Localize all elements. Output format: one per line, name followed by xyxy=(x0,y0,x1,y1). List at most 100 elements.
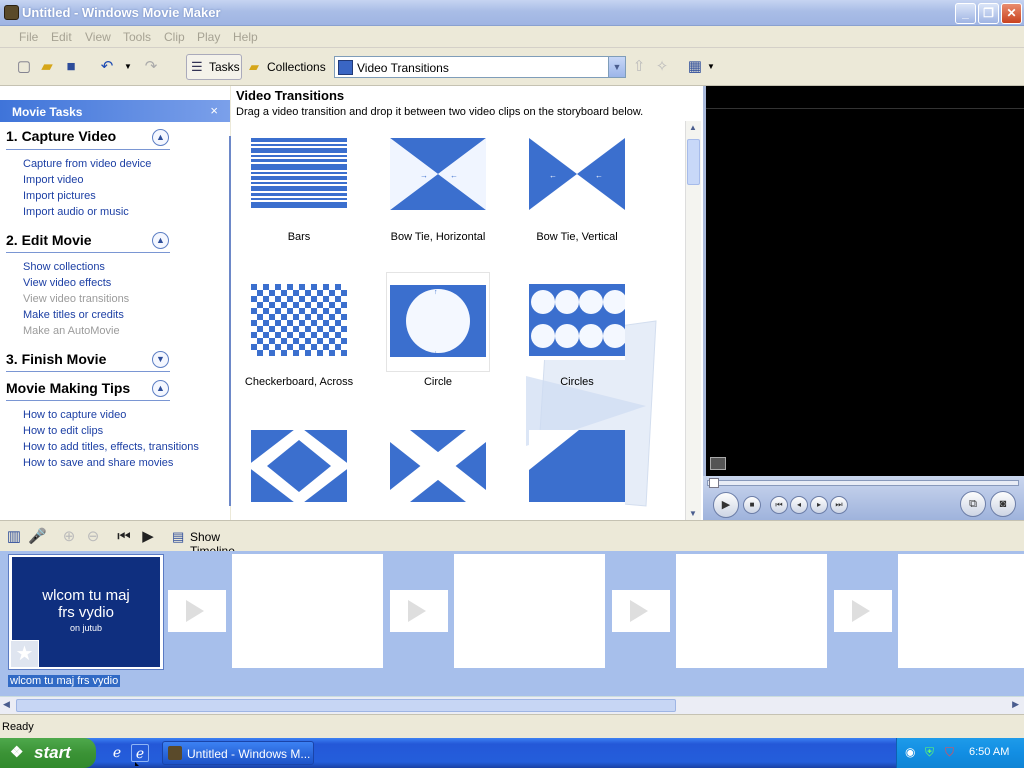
menu-play[interactable]: Play xyxy=(197,30,220,44)
chevron-down-icon[interactable]: ▼ xyxy=(608,57,625,77)
storyboard-empty-frame[interactable] xyxy=(232,554,383,668)
rewind-storyboard-icon[interactable]: ⏮ xyxy=(115,528,133,546)
windows-logo-icon: ❖ xyxy=(10,744,24,761)
network-icon[interactable]: ⛨ xyxy=(925,745,934,760)
clock: 6:50 AM xyxy=(969,746,1010,758)
transition-bow-tie-vertical[interactable]: ← ← xyxy=(529,138,625,214)
play-storyboard-icon[interactable]: ▶ xyxy=(139,528,157,546)
internet-explorer-icon[interactable]: ℯ xyxy=(108,744,126,762)
section-divider xyxy=(6,371,170,372)
section-edit-movie[interactable]: 2. Edit Movie xyxy=(6,232,92,248)
task-make-titles[interactable]: Make titles or credits xyxy=(23,309,124,321)
volume-icon[interactable]: ◉ xyxy=(905,745,915,759)
menu-help[interactable]: Help xyxy=(233,30,258,44)
menu-view[interactable]: View xyxy=(85,30,111,44)
stop-button[interactable]: ■ xyxy=(743,496,761,514)
minimize-button[interactable]: _ xyxy=(955,3,976,24)
transition-slot[interactable] xyxy=(834,590,892,632)
task-capture-from-device[interactable]: Capture from video device xyxy=(23,158,151,170)
clip-name-label[interactable]: wlcom tu maj frs vydio xyxy=(8,675,121,687)
task-import-pictures[interactable]: Import pictures xyxy=(23,190,96,202)
collapse-icon[interactable]: ▲ xyxy=(152,232,169,249)
collections-location-select[interactable]: Video Transitions ▼ xyxy=(334,56,626,78)
tip-add-titles[interactable]: How to add titles, effects, transitions xyxy=(23,441,199,453)
seek-bar[interactable] xyxy=(707,480,1019,486)
task-import-video[interactable]: Import video xyxy=(23,174,84,186)
scroll-right-icon[interactable]: ▶ xyxy=(1012,699,1019,710)
scroll-up-icon[interactable]: ▲ xyxy=(689,123,697,132)
back-button[interactable]: ◂ xyxy=(790,496,808,514)
undo-icon[interactable]: ↶ xyxy=(98,58,116,76)
transition-bow-tie-horizontal[interactable]: → ← xyxy=(390,138,486,214)
views-dropdown-icon[interactable]: ▼ xyxy=(702,58,720,76)
storyboard-empty-frame[interactable] xyxy=(454,554,605,668)
scroll-left-icon[interactable]: ◀ xyxy=(3,699,10,710)
quick-launch-icon[interactable]: ℯ xyxy=(131,744,149,762)
collapse-icon[interactable]: ▲ xyxy=(152,129,169,146)
section-finish-movie[interactable]: 3. Finish Movie xyxy=(6,351,106,367)
transition-x-shape[interactable] xyxy=(390,430,486,506)
next-frame-button[interactable]: ⏭ xyxy=(830,496,848,514)
transition-circles[interactable] xyxy=(529,284,627,360)
fullscreen-icon[interactable] xyxy=(710,457,726,470)
collections-button[interactable]: ▰ Collections xyxy=(244,54,326,80)
play-button[interactable]: ▶ xyxy=(713,492,739,518)
transition-slot[interactable] xyxy=(168,590,226,632)
save-project-icon[interactable]: ■ xyxy=(62,58,80,76)
open-project-icon[interactable]: ▰ xyxy=(38,58,56,76)
tip-edit-clips[interactable]: How to edit clips xyxy=(23,425,103,437)
transition-diamond[interactable] xyxy=(247,426,351,506)
forward-button[interactable]: ▸ xyxy=(810,496,828,514)
movie-tasks-pane: Movie Tasks × 1. Capture Video ▲ Capture… xyxy=(0,86,230,520)
system-tray: ◉ ⛨ ⛉ 6:50 AM xyxy=(896,738,1024,768)
zoom-in-icon[interactable]: ⊕ xyxy=(60,528,78,546)
tip-capture-video[interactable]: How to capture video xyxy=(23,409,126,421)
scrollbar-thumb[interactable] xyxy=(687,139,700,185)
horizontal-scrollbar[interactable]: ◀ ▶ xyxy=(0,696,1024,714)
bow-tie-horizontal-icon: → ← xyxy=(390,138,486,210)
taskbar-window-button[interactable]: Untitled - Windows M... xyxy=(162,741,314,765)
zoom-out-icon[interactable]: ⊖ xyxy=(84,528,102,546)
close-button[interactable]: ✕ xyxy=(1001,3,1022,24)
split-clip-icon[interactable]: ⧉ xyxy=(960,491,986,517)
new-folder-icon[interactable]: ✧ xyxy=(653,58,671,76)
storyboard-empty-frame[interactable] xyxy=(676,554,827,668)
transition-bars[interactable] xyxy=(251,138,347,214)
close-pane-icon[interactable]: × xyxy=(210,103,218,118)
menu-edit[interactable]: Edit xyxy=(51,30,72,44)
menu-tools[interactable]: Tools xyxy=(123,30,151,44)
task-import-audio[interactable]: Import audio or music xyxy=(23,206,129,218)
collapse-icon[interactable]: ▲ xyxy=(152,380,169,397)
section-movie-making-tips[interactable]: Movie Making Tips xyxy=(6,380,130,396)
menu-clip[interactable]: Clip xyxy=(164,30,185,44)
storyboard-options-icon[interactable]: ▥ xyxy=(5,528,23,546)
transition-slot[interactable] xyxy=(390,590,448,632)
task-show-collections[interactable]: Show collections xyxy=(23,261,105,273)
narrate-icon[interactable]: 🎤 xyxy=(28,528,47,546)
seek-thumb[interactable] xyxy=(709,478,719,488)
scrollbar-thumb[interactable] xyxy=(16,699,676,712)
section-capture-video[interactable]: 1. Capture Video xyxy=(6,128,116,144)
new-project-icon[interactable]: ▢ xyxy=(15,58,33,76)
security-alert-icon[interactable]: ⛉ xyxy=(945,745,954,760)
show-timeline-button[interactable]: ▤Show Timeline xyxy=(167,524,267,558)
tasks-button[interactable]: ☰ Tasks xyxy=(186,54,242,80)
storyboard-empty-frame[interactable] xyxy=(898,554,1024,668)
maximize-button[interactable]: ❐ xyxy=(978,3,999,24)
take-picture-icon[interactable]: ◙ xyxy=(990,491,1016,517)
undo-dropdown-icon[interactable]: ▼ xyxy=(119,58,137,76)
task-view-video-effects[interactable]: View video effects xyxy=(23,277,111,289)
transition-checkerboard-across[interactable] xyxy=(251,284,347,360)
transition-diagonal[interactable] xyxy=(529,430,625,506)
menu-file[interactable]: File xyxy=(19,30,38,44)
redo-icon[interactable]: ↷ xyxy=(142,58,160,76)
transition-slot[interactable] xyxy=(612,590,670,632)
previous-frame-button[interactable]: ⏮ xyxy=(770,496,788,514)
scroll-down-icon[interactable]: ▼ xyxy=(689,509,697,518)
up-folder-icon[interactable]: ⇧ xyxy=(630,58,648,76)
vertical-scrollbar[interactable]: ▲ ▼ xyxy=(685,121,701,520)
tip-save-share[interactable]: How to save and share movies xyxy=(23,457,173,469)
transition-circle[interactable]: ↑ ↓ xyxy=(386,272,490,372)
expand-icon[interactable]: ▼ xyxy=(152,351,169,368)
start-button[interactable]: ❖ start xyxy=(0,738,96,768)
